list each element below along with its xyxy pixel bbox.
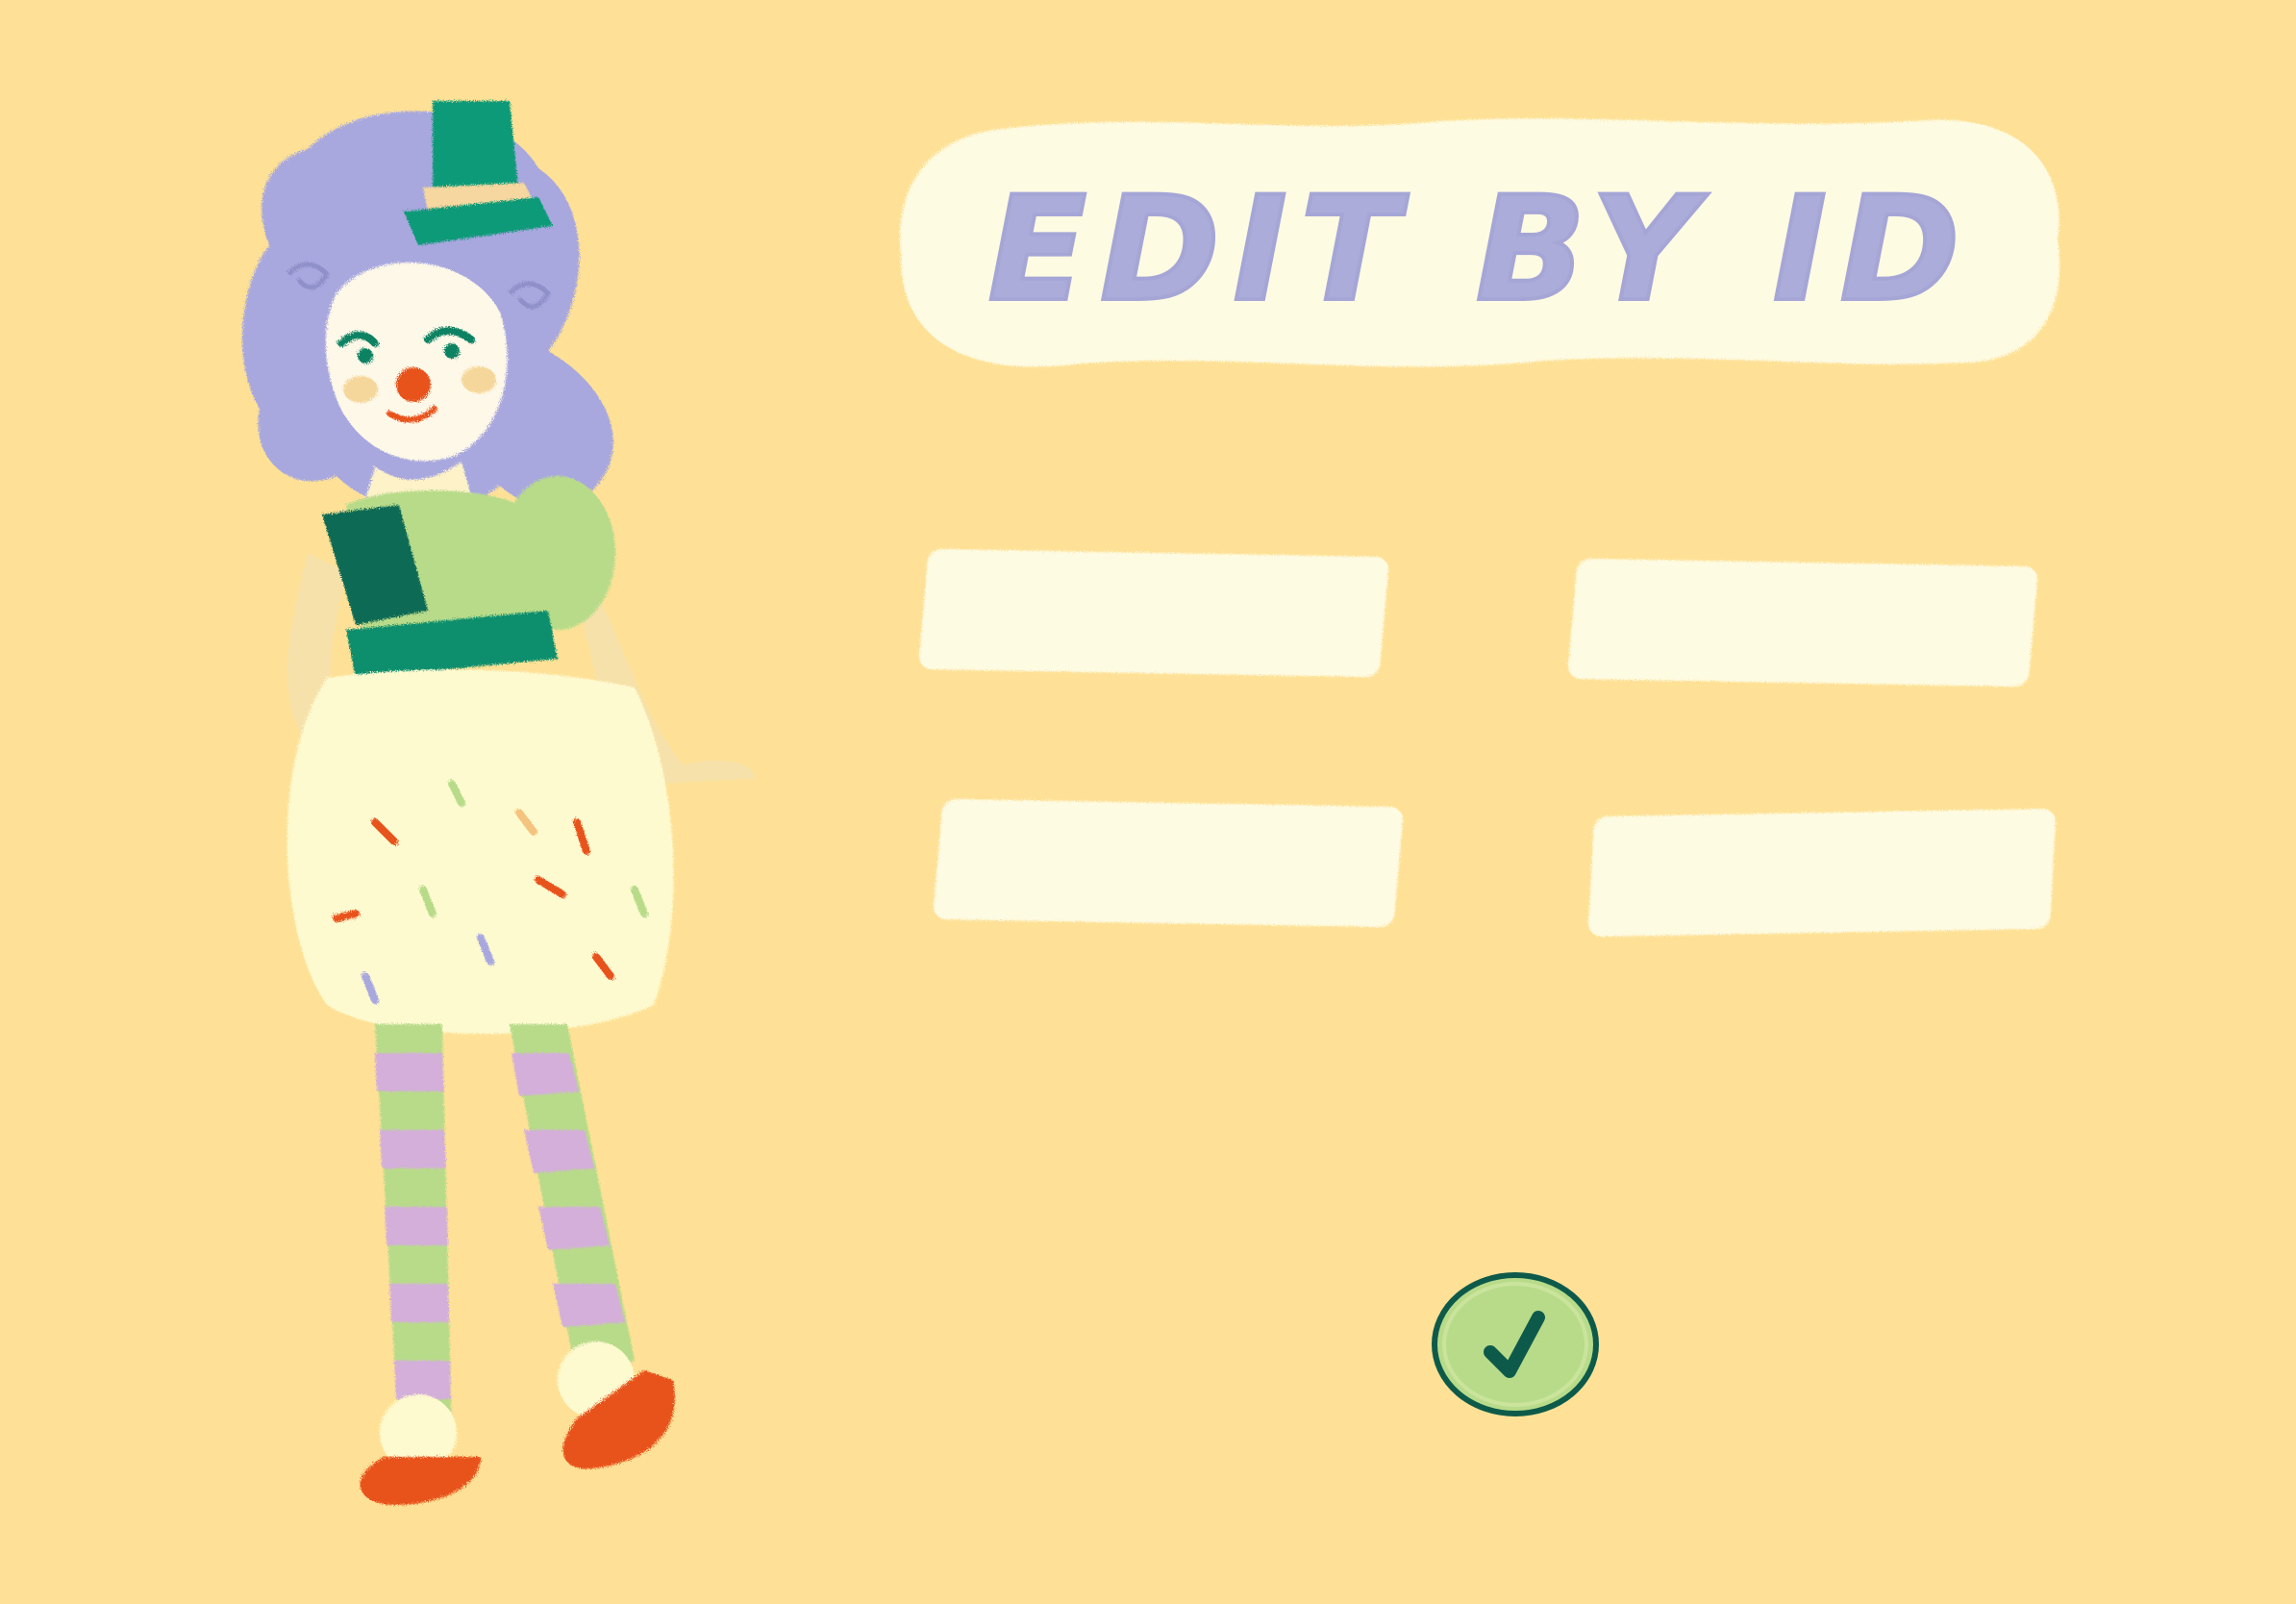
page-title: EDIT BY ID	[986, 164, 1974, 336]
id-field-3[interactable]	[932, 798, 1405, 928]
confirm-button[interactable]	[1431, 1271, 1600, 1417]
clown-character-illustration	[241, 101, 755, 1505]
id-field-1[interactable]	[917, 548, 1390, 678]
title-banner: EDIT BY ID	[889, 111, 2072, 389]
id-field-4[interactable]	[1587, 808, 2057, 938]
checkmark-icon	[1432, 1272, 1599, 1416]
id-field-2[interactable]	[1566, 558, 2039, 688]
